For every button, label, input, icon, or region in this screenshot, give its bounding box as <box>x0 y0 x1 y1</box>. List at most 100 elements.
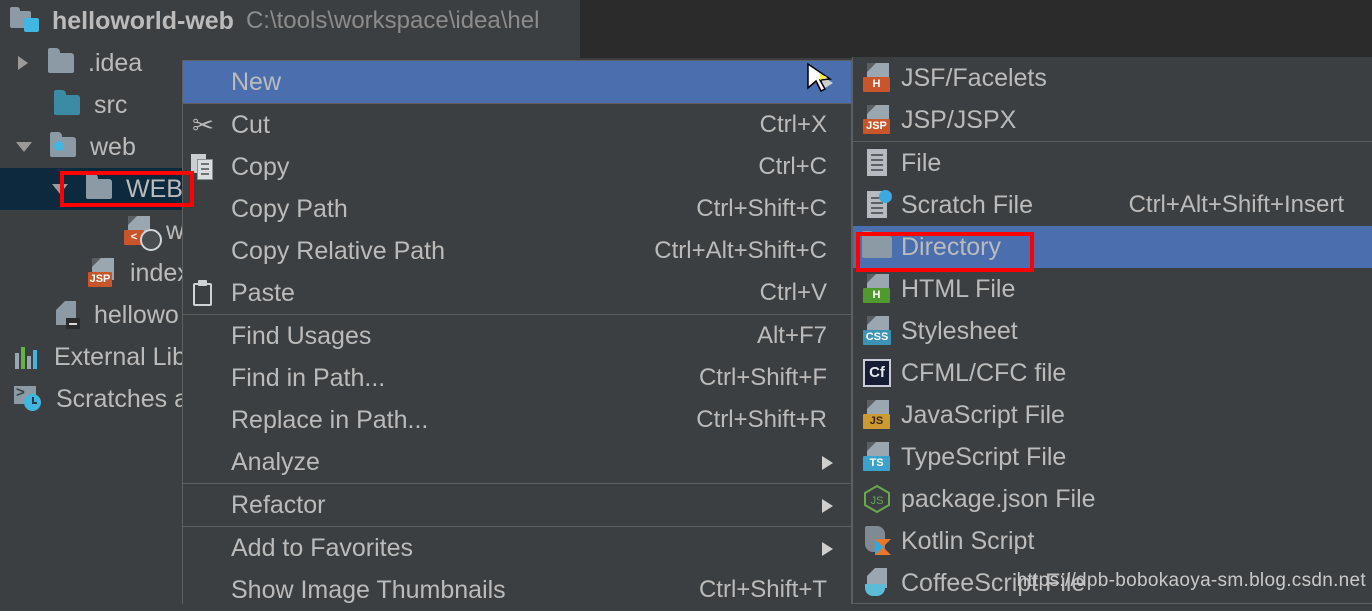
jsp-file-icon: JSP <box>853 105 901 135</box>
project-module-icon <box>10 7 40 33</box>
submenu-item-label: Stylesheet <box>901 316 1018 345</box>
submenu-item-label: TypeScript File <box>901 442 1067 471</box>
submenu-arrow-icon <box>822 76 833 90</box>
submenu-item-cfml-cfc-file[interactable]: Cf CFML/CFC file <box>853 352 1372 394</box>
cfml-file-icon: Cf <box>853 359 901 387</box>
menu-item-label: Copy Relative Path <box>231 236 446 265</box>
menu-item-label: Refactor <box>231 490 326 519</box>
submenu-item-package-json-file[interactable]: JS package.json File <box>853 478 1372 520</box>
menu-item-cut[interactable]: ✂ Cut Ctrl+X <box>183 104 851 146</box>
submenu-item-jsf-facelets[interactable]: H JSF/Facelets <box>853 57 1372 99</box>
menu-item-label: Replace in Path... <box>231 405 429 434</box>
submenu-item-kotlin-script[interactable]: Kotlin Script <box>853 520 1372 562</box>
menu-item-accelerator: Ctrl+C <box>758 153 827 180</box>
submenu-item-label: File <box>901 148 942 177</box>
menu-item-find-in-path[interactable]: Find in Path... Ctrl+Shift+F <box>183 357 851 399</box>
kotlin-script-icon <box>853 526 901 556</box>
nodejs-package-icon: JS <box>853 484 901 514</box>
submenu-item-label: Kotlin Script <box>901 526 1035 555</box>
menu-item-copy[interactable]: Copy Ctrl+C <box>183 146 851 188</box>
menu-item-accelerator: Ctrl+Alt+Shift+C <box>654 237 827 264</box>
tree-label: Scratches a <box>56 384 189 413</box>
css-file-icon: CSS <box>853 316 901 346</box>
menu-item-show-image-thumbnails[interactable]: Show Image Thumbnails Ctrl+Shift+T <box>183 569 851 611</box>
menu-item-add-to-favorites[interactable]: Add to Favorites <box>183 527 851 569</box>
menu-item-replace-in-path[interactable]: Replace in Path... Ctrl+Shift+R <box>183 399 851 441</box>
menu-item-label: Show Image Thumbnails <box>231 575 506 604</box>
menu-item-label: Analyze <box>231 447 320 476</box>
folder-icon <box>853 231 901 258</box>
folder-web-icon <box>50 132 76 157</box>
project-root-path: C:\tools\workspace\idea\hel <box>245 7 540 34</box>
typescript-file-icon: TS <box>853 442 901 472</box>
scratches-icon <box>14 384 42 412</box>
menu-item-label: Find Usages <box>231 321 372 350</box>
jsf-facelets-file-icon: H <box>853 63 901 93</box>
submenu-item-label: JSF/Facelets <box>901 63 1047 92</box>
menu-item-label: New <box>231 67 282 96</box>
xml-web-file-icon: < <box>124 216 162 251</box>
tree-label: External Lib <box>54 342 187 371</box>
submenu-item-typescript-file[interactable]: TS TypeScript File <box>853 436 1372 478</box>
menu-item-copy-path[interactable]: Copy Path Ctrl+Shift+C <box>183 188 851 230</box>
submenu-item-label: CFML/CFC file <box>901 358 1067 387</box>
watermark-url: https://dpb-bobokaoya-sm.blog.csdn.net <box>1016 570 1366 591</box>
menu-item-accelerator: Ctrl+Shift+C <box>696 195 827 222</box>
menu-item-refactor[interactable]: Refactor <box>183 484 851 526</box>
menu-item-accelerator: Ctrl+Shift+F <box>698 364 827 391</box>
submenu-arrow-icon <box>822 499 833 513</box>
menu-item-accelerator: Ctrl+Shift+T <box>698 576 827 603</box>
menu-item-paste[interactable]: Paste Ctrl+V <box>183 272 851 314</box>
chevron-right-icon[interactable] <box>18 56 28 70</box>
menu-item-label: Add to Favorites <box>231 533 414 562</box>
submenu-item-scratch-file[interactable]: Scratch File Ctrl+Alt+Shift+Insert <box>853 184 1372 226</box>
submenu-arrow-icon <box>822 542 833 556</box>
folder-source-icon <box>54 90 80 115</box>
copy-icon <box>183 154 223 180</box>
menu-item-accelerator: Ctrl+X <box>759 111 827 138</box>
submenu-item-label: Scratch File <box>901 190 1033 219</box>
coffeescript-file-icon <box>853 568 901 598</box>
submenu-item-file[interactable]: File <box>853 142 1372 184</box>
submenu-item-label: package.json File <box>901 484 1096 513</box>
chevron-down-icon[interactable] <box>52 184 68 194</box>
menu-item-analyze[interactable]: Analyze <box>183 441 851 483</box>
menu-item-accelerator: Alt+F7 <box>756 322 827 349</box>
submenu-item-javascript-file[interactable]: JS JavaScript File <box>853 394 1372 436</box>
submenu-item-label: JSP/JSPX <box>901 105 1017 134</box>
project-root-name: helloworld-web <box>52 6 234 35</box>
submenu-item-jsp-jspx[interactable]: JSP JSP/JSPX <box>853 99 1372 141</box>
submenu-item-label: HTML File <box>901 274 1016 303</box>
menu-item-label: Copy Path <box>231 194 348 223</box>
editor-background-right <box>852 0 1372 57</box>
submenu-item-accelerator: Ctrl+Alt+Shift+Insert <box>1128 191 1344 218</box>
menu-item-copy-relative-path[interactable]: Copy Relative Path Ctrl+Alt+Shift+C <box>183 230 851 272</box>
submenu-item-label: Directory <box>901 232 1002 261</box>
context-menu[interactable]: New ✂ Cut Ctrl+X Copy Ctrl+C Copy Path C… <box>182 60 852 604</box>
new-submenu[interactable]: H JSF/Facelets JSP JSP/JSPX File Scratch… <box>852 57 1372 604</box>
menu-item-label: Cut <box>231 110 270 139</box>
submenu-arrow-icon <box>822 456 833 470</box>
module-iml-icon <box>54 301 82 329</box>
external-libraries-icon <box>14 345 40 369</box>
chevron-down-icon[interactable] <box>16 142 32 152</box>
menu-item-label: Find in Path... <box>231 363 386 392</box>
tree-label: hellowo <box>94 300 179 329</box>
menu-item-new[interactable]: New <box>183 61 851 103</box>
menu-item-accelerator: Ctrl+V <box>759 279 827 306</box>
tree-label: index <box>130 258 190 287</box>
tree-label: src <box>94 90 128 119</box>
submenu-item-label: JavaScript File <box>901 400 1065 429</box>
menu-item-find-usages[interactable]: Find Usages Alt+F7 <box>183 315 851 357</box>
menu-item-label: Copy <box>231 152 290 181</box>
file-icon <box>853 148 901 178</box>
tree-row-project-root[interactable]: helloworld-web C:\tools\workspace\idea\h… <box>0 0 590 42</box>
submenu-item-directory[interactable]: Directory <box>853 226 1372 268</box>
submenu-item-stylesheet[interactable]: CSS Stylesheet <box>853 310 1372 352</box>
submenu-item-html-file[interactable]: H HTML File <box>853 268 1372 310</box>
tree-label: web <box>90 132 136 161</box>
javascript-file-icon: JS <box>853 400 901 430</box>
folder-icon <box>86 174 112 199</box>
tree-label: .idea <box>88 48 143 77</box>
jsp-file-icon: JSP <box>88 258 116 288</box>
